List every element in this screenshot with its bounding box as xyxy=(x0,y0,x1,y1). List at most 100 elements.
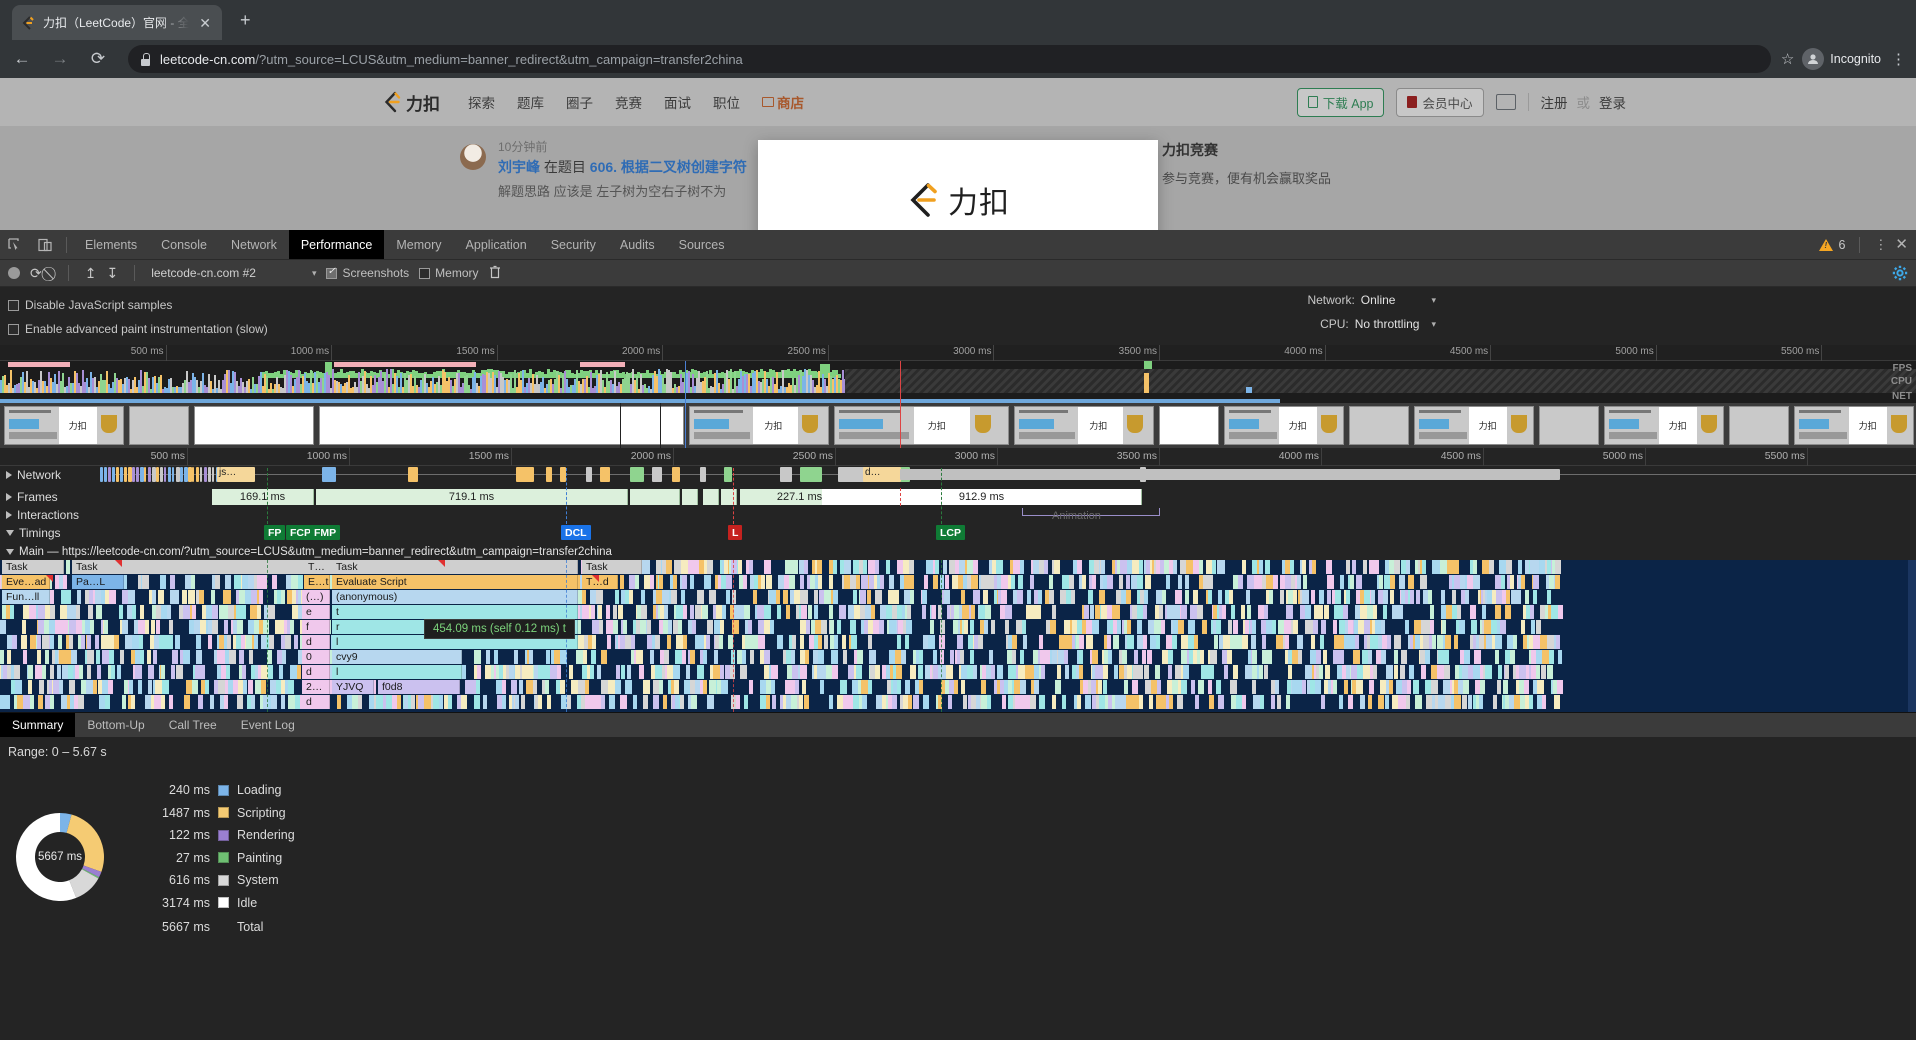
flame-bar[interactable] xyxy=(601,695,605,709)
flame-bar[interactable] xyxy=(148,680,152,694)
flame-bar[interactable] xyxy=(629,590,633,604)
flame-bar[interactable] xyxy=(1052,605,1056,619)
flame-bar[interactable] xyxy=(840,680,847,694)
flame-bar[interactable] xyxy=(704,575,711,589)
flame-bar[interactable] xyxy=(156,620,160,634)
flame-bar[interactable] xyxy=(697,590,704,604)
flame-bar[interactable] xyxy=(623,620,627,634)
flame-bar[interactable] xyxy=(1413,680,1419,694)
flame-bar[interactable] xyxy=(147,650,151,664)
flame-bar[interactable] xyxy=(515,695,519,709)
network-request[interactable] xyxy=(104,467,107,482)
flame-bar[interactable] xyxy=(1536,620,1541,634)
flame-bar[interactable] xyxy=(667,635,671,649)
frame-bar[interactable] xyxy=(703,489,719,505)
flame-bar[interactable] xyxy=(494,650,498,664)
flame-bar[interactable] xyxy=(987,695,991,709)
flame-bar[interactable] xyxy=(650,575,654,589)
flame-bar[interactable] xyxy=(28,680,32,694)
flame-bar[interactable] xyxy=(1132,560,1139,574)
flame-bar[interactable] xyxy=(1394,560,1400,574)
flame-bar[interactable] xyxy=(795,680,799,694)
flame-bar[interactable] xyxy=(1280,590,1284,604)
flame-bar[interactable] xyxy=(1293,590,1297,604)
flame-bar[interactable] xyxy=(1181,635,1188,649)
flame-bar[interactable] xyxy=(298,575,303,589)
flame-bar[interactable] xyxy=(922,605,926,619)
flame-bar[interactable] xyxy=(1339,695,1343,709)
cpu-throttling-caret-icon[interactable]: ▾ xyxy=(1431,319,1436,330)
flame-bar[interactable] xyxy=(159,635,166,649)
flame-bar[interactable] xyxy=(175,590,179,604)
flame-bar[interactable] xyxy=(1549,650,1554,664)
flame-bar[interactable] xyxy=(1079,635,1084,649)
flame-bar-labeled[interactable]: f0d8 xyxy=(378,680,460,694)
filmstrip-frame[interactable]: 力扣 xyxy=(834,406,1009,445)
flame-bar[interactable] xyxy=(1547,635,1554,649)
flame-bar[interactable] xyxy=(58,635,62,649)
memory-checkbox[interactable]: Memory xyxy=(419,266,479,280)
flame-bar[interactable] xyxy=(243,680,247,694)
flame-bar[interactable] xyxy=(833,560,837,574)
advanced-paint-row[interactable]: Enable advanced paint instrumentation (s… xyxy=(0,317,1916,341)
flame-bar[interactable] xyxy=(1268,650,1272,664)
flame-bar[interactable] xyxy=(194,680,198,694)
flame-bar[interactable] xyxy=(1020,560,1024,574)
flame-bar[interactable] xyxy=(583,650,587,664)
flame-bar[interactable] xyxy=(242,665,246,679)
flame-bar[interactable] xyxy=(1034,680,1039,694)
flame-bar[interactable] xyxy=(973,560,978,574)
flame-bar[interactable] xyxy=(1519,665,1526,679)
flame-bar[interactable] xyxy=(983,590,988,604)
flame-bar[interactable] xyxy=(1038,590,1042,604)
filmstrip-frame[interactable] xyxy=(319,406,684,445)
flame-bar[interactable] xyxy=(1242,695,1246,709)
flame-bar[interactable] xyxy=(1558,650,1562,664)
flame-bar[interactable] xyxy=(1350,575,1354,589)
flame-bar[interactable] xyxy=(674,680,679,694)
flame-bar[interactable] xyxy=(1178,620,1184,634)
flame-bar[interactable] xyxy=(1107,635,1111,649)
flame-bar[interactable] xyxy=(681,560,688,574)
flame-bar[interactable] xyxy=(761,575,765,589)
flame-bar[interactable] xyxy=(272,575,277,589)
flame-bar[interactable] xyxy=(888,590,895,604)
flame-bar[interactable] xyxy=(1161,620,1165,634)
flame-bar[interactable] xyxy=(167,605,171,619)
flame-bar[interactable] xyxy=(1101,560,1105,574)
flame-bar[interactable] xyxy=(294,635,298,649)
track-network-head[interactable]: Network xyxy=(0,466,65,484)
network-request[interactable] xyxy=(100,467,103,482)
flame-bar[interactable] xyxy=(1340,575,1344,589)
flame-bar-labeled[interactable]: l xyxy=(332,665,462,679)
flame-bar[interactable] xyxy=(139,635,143,649)
flame-bar[interactable] xyxy=(950,650,954,664)
flame-bar[interactable] xyxy=(1541,665,1546,679)
flame-bar[interactable] xyxy=(592,620,599,634)
flame-bar[interactable] xyxy=(4,695,10,709)
flame-bar[interactable] xyxy=(1139,560,1143,574)
flame-bar[interactable] xyxy=(38,695,43,709)
flame-bar-labeled[interactable]: Task xyxy=(2,560,64,574)
filmstrip-frame[interactable] xyxy=(194,406,314,445)
network-request[interactable] xyxy=(780,467,792,482)
flame-bar[interactable] xyxy=(50,695,54,709)
flame-bar[interactable] xyxy=(1529,695,1533,709)
flame-bar[interactable] xyxy=(1531,620,1535,634)
advanced-paint-checkbox[interactable] xyxy=(8,323,19,335)
flame-bar[interactable] xyxy=(171,665,175,679)
flame-bar[interactable] xyxy=(1500,620,1506,634)
flame-bar[interactable] xyxy=(101,635,108,649)
flame-bar[interactable] xyxy=(162,680,169,694)
network-request[interactable] xyxy=(700,467,706,482)
nav-item-community[interactable]: 圈子 xyxy=(566,92,593,112)
flame-bar[interactable] xyxy=(824,635,828,649)
flame-bar[interactable] xyxy=(196,650,202,664)
cpu-throttling-control[interactable]: CPU: No throttling ▾ xyxy=(1320,317,1436,331)
flame-bar[interactable] xyxy=(643,680,650,694)
flame-bar[interactable] xyxy=(183,650,190,664)
filmstrip-frame[interactable]: 力扣 xyxy=(1604,406,1724,445)
network-request[interactable] xyxy=(108,467,111,482)
flame-bar[interactable] xyxy=(1277,695,1281,709)
flame-bar[interactable] xyxy=(713,665,720,679)
